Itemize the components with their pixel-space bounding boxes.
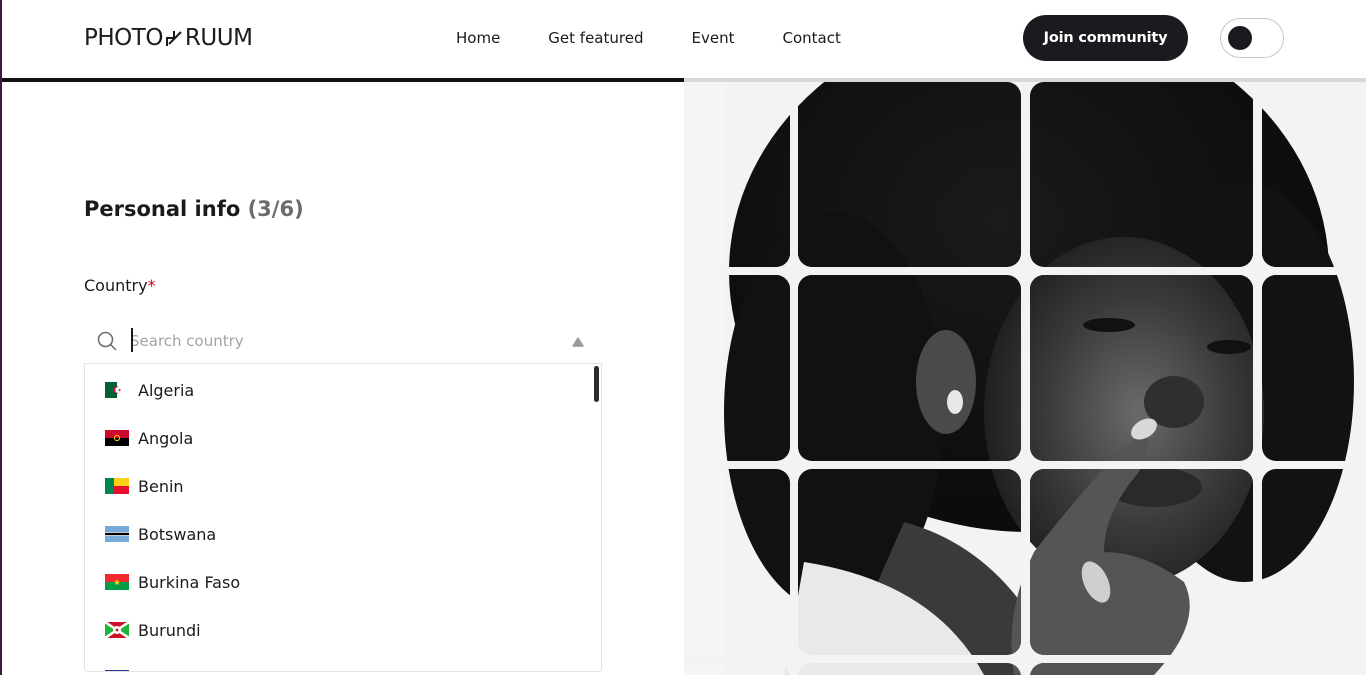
angola-flag-icon [105, 430, 129, 446]
nav-event[interactable]: Event [691, 29, 734, 47]
list-item[interactable]: Burundi [85, 606, 590, 654]
list-item[interactable]: Benin [85, 462, 590, 510]
logo-text-right: RUUM [184, 25, 253, 51]
country-name: Angola [138, 428, 194, 448]
nav-contact[interactable]: Contact [782, 29, 840, 47]
country-name: Algeria [138, 380, 195, 400]
main-nav: Home Get featured Event Contact [456, 29, 889, 47]
search-icon [97, 331, 117, 351]
country-name: Benin [138, 476, 184, 496]
window-edge [0, 0, 2, 675]
list-item[interactable]: Algeria [85, 366, 590, 414]
botswana-flag-icon [105, 526, 129, 542]
country-search-input[interactable] [130, 327, 550, 355]
photoruum-logo[interactable]: PHOTO RUUM [84, 25, 253, 51]
title-text: Personal info [84, 197, 241, 221]
burundi-flag-icon [105, 622, 129, 638]
list-item[interactable]: Botswana [85, 510, 590, 558]
country-name: Botswana [138, 524, 217, 544]
arrow-up-icon[interactable] [571, 336, 585, 348]
burkina-faso-flag-icon [105, 574, 129, 590]
toggle-knob [1228, 26, 1252, 50]
portrait-image [684, 82, 1366, 675]
benin-flag-icon [105, 478, 129, 494]
country-label: Country* [84, 276, 156, 295]
country-name: Burundi [138, 620, 201, 640]
site-header: PHOTO RUUM Home Get featured Event Conta… [2, 0, 1366, 78]
next-flag-icon [105, 670, 129, 671]
required-mark: * [147, 276, 156, 295]
list-item[interactable]: Angola [85, 414, 590, 462]
country-name: Burkina Faso [138, 572, 241, 592]
nav-home[interactable]: Home [456, 29, 500, 47]
logo-text-left: PHOTO [84, 25, 163, 51]
form-progress-fill [2, 78, 684, 82]
join-community-button[interactable]: Join community [1023, 15, 1188, 61]
logo-mark-icon [165, 31, 182, 46]
list-item[interactable]: Burkina Faso [85, 558, 590, 606]
hero-portrait-collage [684, 82, 1366, 675]
step-counter: (3/6) [247, 197, 304, 221]
dropdown-scrollbar[interactable] [594, 366, 599, 402]
country-search[interactable] [84, 318, 602, 364]
country-dropdown-list[interactable]: Algeria Angola Benin Botswana Burkina Fa… [84, 364, 602, 672]
country-label-text: Country [84, 276, 148, 295]
nav-get-featured[interactable]: Get featured [548, 29, 643, 47]
page-title: Personal info (3/6) [84, 197, 304, 221]
list-item-partial[interactable] [85, 654, 590, 671]
text-cursor [131, 328, 133, 352]
algeria-flag-icon [105, 382, 129, 398]
theme-toggle[interactable] [1220, 18, 1284, 58]
